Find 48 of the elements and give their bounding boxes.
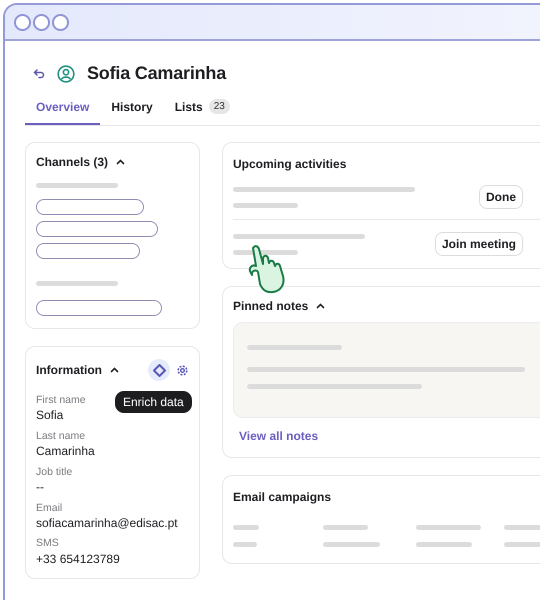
contact-name: Sofia Camarinha xyxy=(87,63,226,84)
card-title: Email campaigns xyxy=(233,490,332,504)
caret-icon[interactable] xyxy=(116,159,126,165)
contact-avatar-icon xyxy=(57,64,75,82)
channel-pill[interactable] xyxy=(36,199,144,215)
caret-icon[interactable] xyxy=(110,367,119,373)
card-title: Information xyxy=(36,363,102,377)
card-title: Pinned notes xyxy=(233,299,308,313)
field-label: SMS xyxy=(36,537,59,550)
skeleton-line xyxy=(233,525,259,530)
field-value: Camarinha xyxy=(36,444,95,459)
window-control[interactable] xyxy=(33,14,50,30)
skeleton-line xyxy=(233,542,257,547)
window-control[interactable] xyxy=(14,14,31,30)
settings-icon[interactable] xyxy=(176,364,189,376)
skeleton-line xyxy=(233,202,298,208)
skeleton-line xyxy=(323,525,368,530)
tab[interactable]: Overview xyxy=(25,99,100,125)
skeleton-line xyxy=(323,542,380,547)
tooltip: Enrich data xyxy=(115,391,192,413)
channel-pill[interactable] xyxy=(36,300,162,316)
field-label: Job title xyxy=(36,466,72,478)
view-all-link[interactable]: View all notes xyxy=(239,429,318,443)
action-button[interactable]: Done xyxy=(479,185,523,209)
window-control[interactable] xyxy=(52,14,69,30)
field-value: +33 654123789 xyxy=(36,552,120,566)
skeleton-line xyxy=(504,542,540,547)
skeleton-line xyxy=(416,542,472,547)
field-value: -- xyxy=(36,480,44,495)
skeleton-line xyxy=(504,525,540,530)
diamond-icon xyxy=(152,364,166,376)
field-label: Email xyxy=(36,502,62,514)
channel-pill[interactable] xyxy=(36,243,140,259)
enrich-button[interactable] xyxy=(148,359,170,381)
field-value: Sofia xyxy=(36,409,64,423)
count-badge: 23 xyxy=(208,99,230,114)
card-title: Upcoming activities xyxy=(233,157,346,171)
tab[interactable]: History xyxy=(100,99,164,125)
action-button[interactable]: Join meeting xyxy=(434,232,523,256)
card-title: Channels (3) xyxy=(36,155,108,169)
field-label: First name xyxy=(36,394,86,406)
back-icon[interactable] xyxy=(33,68,45,78)
caret-icon[interactable] xyxy=(316,303,326,309)
skeleton-line xyxy=(416,525,481,530)
tab[interactable]: Lists 23 xyxy=(164,99,241,125)
field-label: Last name xyxy=(36,430,86,442)
field-value: sofiacamarinha@edisac.pt xyxy=(36,516,178,530)
channel-pill[interactable] xyxy=(36,221,158,237)
